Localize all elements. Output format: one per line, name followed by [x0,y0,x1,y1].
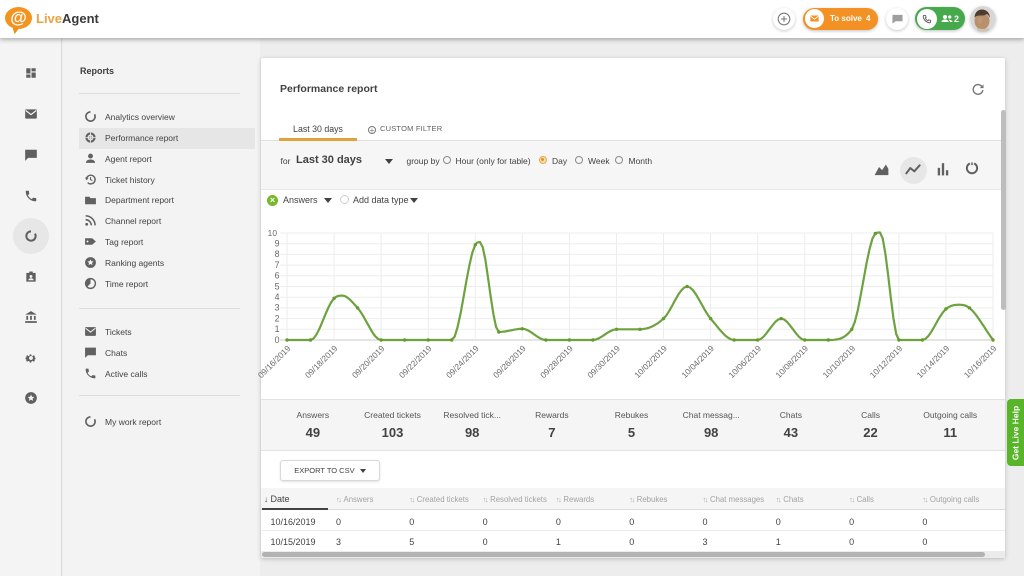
svg-text:09/20/2019: 09/20/2019 [350,343,387,380]
svg-text:10/04/2019: 10/04/2019 [679,343,716,380]
svg-text:09/30/2019: 09/30/2019 [585,343,622,380]
svg-text:09/26/2019: 09/26/2019 [491,343,528,380]
svg-text:1: 1 [275,324,280,334]
svg-text:7: 7 [275,260,280,270]
svg-text:10/08/2019: 10/08/2019 [773,343,810,380]
svg-text:09/18/2019: 09/18/2019 [303,343,340,380]
svg-text:09/22/2019: 09/22/2019 [397,343,434,380]
svg-text:10/06/2019: 10/06/2019 [726,343,763,380]
svg-text:10: 10 [268,228,278,238]
svg-text:09/28/2019: 09/28/2019 [538,343,575,380]
svg-text:8: 8 [275,249,280,259]
svg-text:6: 6 [275,271,280,281]
svg-text:09/24/2019: 09/24/2019 [444,343,481,380]
svg-text:9: 9 [275,239,280,249]
svg-text:2: 2 [275,313,280,323]
svg-text:10/14/2019: 10/14/2019 [915,343,952,380]
svg-text:3: 3 [275,303,280,313]
svg-text:10/02/2019: 10/02/2019 [632,343,669,380]
svg-text:4: 4 [275,292,280,302]
svg-text:09/16/2019: 09/16/2019 [256,343,293,380]
svg-text:10/10/2019: 10/10/2019 [820,343,857,380]
svg-text:5: 5 [275,281,280,291]
svg-text:0: 0 [275,335,280,345]
svg-text:10/16/2019: 10/16/2019 [962,343,999,380]
svg-text:10/12/2019: 10/12/2019 [868,343,905,380]
